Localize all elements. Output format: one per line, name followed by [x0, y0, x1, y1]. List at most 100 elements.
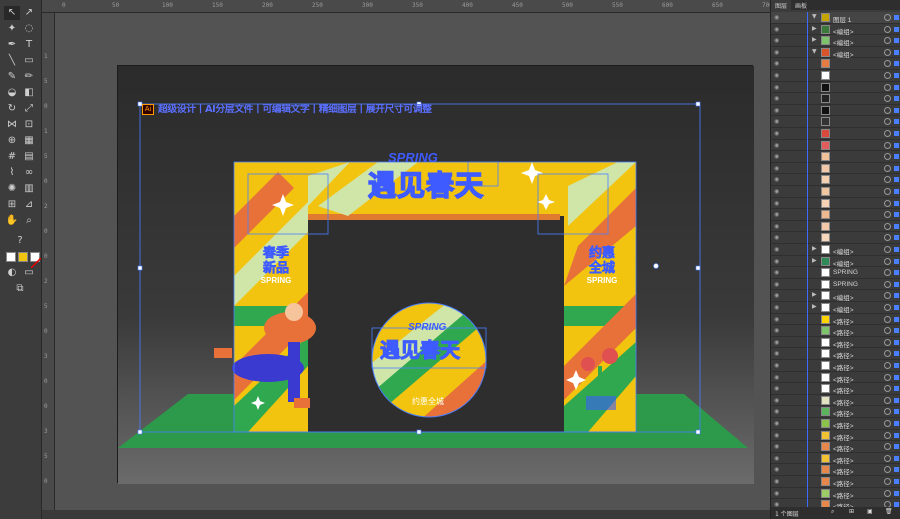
perspective-grid-tool-icon[interactable]: ▦ [21, 134, 37, 148]
selection-indicator[interactable] [894, 96, 899, 102]
visibility-eye-icon[interactable]: ◉ [774, 84, 782, 91]
layer-row[interactable]: ◉<路径> [771, 499, 900, 507]
target-circle-icon[interactable] [884, 257, 891, 265]
visibility-eye-icon[interactable]: ◉ [774, 49, 782, 56]
layer-row[interactable]: ◉ [771, 93, 900, 105]
artboard-tool-icon[interactable]: ⊞ [4, 198, 20, 212]
layer-row[interactable]: ◉ SPRING [771, 267, 900, 279]
target-circle-icon[interactable] [884, 280, 891, 288]
paintbrush-tool-icon[interactable]: ✎ [4, 70, 20, 84]
selection-indicator[interactable] [894, 351, 899, 357]
selection-tool-icon[interactable]: ↖ [4, 6, 20, 20]
tab-artboards[interactable]: 画板 [791, 0, 811, 10]
stroke-swatch[interactable] [18, 252, 28, 262]
selection-indicator[interactable] [894, 363, 899, 368]
layer-row[interactable]: ◉ [771, 186, 900, 198]
new-sublayer-icon[interactable]: ⊞ [849, 508, 854, 515]
target-circle-icon[interactable] [884, 234, 891, 242]
selection-indicator[interactable] [894, 142, 899, 148]
symbol-sprayer-tool-icon[interactable]: ✺ [4, 182, 20, 196]
screen-mode-icon[interactable]: ▭ [21, 266, 37, 280]
type-tool-icon[interactable]: T [21, 38, 37, 52]
selection-indicator[interactable] [894, 258, 899, 264]
layer-row[interactable]: ◉ [771, 70, 900, 82]
selection-indicator[interactable] [894, 26, 899, 32]
layer-row[interactable]: ◉ [771, 116, 900, 128]
tab-layers[interactable]: 图层 [771, 0, 792, 10]
selection-indicator[interactable] [894, 270, 899, 276]
layer-row[interactable]: ◉ [771, 151, 900, 163]
layer-row[interactable]: ◉ [771, 82, 900, 94]
visibility-eye-icon[interactable]: ◉ [774, 455, 782, 462]
layer-row[interactable]: ◉ [771, 128, 900, 140]
target-circle-icon[interactable] [884, 25, 891, 33]
selection-indicator[interactable] [894, 432, 899, 438]
visibility-eye-icon[interactable]: ◉ [774, 95, 782, 102]
target-circle-icon[interactable] [884, 72, 891, 79]
selection-indicator[interactable] [894, 154, 899, 160]
visibility-eye-icon[interactable]: ◉ [774, 490, 782, 497]
shape-builder-tool-icon[interactable]: ⊕ [4, 134, 20, 148]
target-circle-icon[interactable] [884, 478, 891, 485]
visibility-eye-icon[interactable]: ◉ [774, 339, 782, 346]
selection-indicator[interactable] [894, 38, 899, 44]
target-circle-icon[interactable] [884, 176, 891, 184]
selection-indicator[interactable] [894, 479, 899, 484]
selection-indicator[interactable] [894, 165, 899, 171]
layer-row[interactable]: ◉ ▶ <编组> [771, 302, 900, 314]
target-circle-icon[interactable] [884, 408, 891, 416]
layer-row[interactable]: ◉ ▶ <编组> [771, 256, 900, 268]
selection-indicator[interactable] [894, 235, 899, 241]
target-circle-icon[interactable] [884, 246, 891, 253]
layer-row[interactable]: ◉<路径> [771, 325, 900, 337]
layer-row[interactable]: ◉<路径> [771, 430, 900, 442]
lasso-tool-icon[interactable]: ◌ [21, 22, 37, 36]
free-transform-tool-icon[interactable]: ⊡ [21, 118, 37, 132]
layer-row[interactable]: ◉<路径> [771, 360, 900, 372]
selection-indicator[interactable] [894, 131, 899, 136]
visibility-eye-icon[interactable]: ◉ [774, 153, 782, 160]
visibility-eye-icon[interactable]: ◉ [774, 258, 782, 265]
visibility-eye-icon[interactable]: ◉ [774, 142, 782, 149]
visibility-eye-icon[interactable]: ◉ [774, 176, 782, 183]
visibility-eye-icon[interactable]: ◉ [774, 281, 782, 288]
target-circle-icon[interactable] [884, 60, 891, 68]
visibility-eye-icon[interactable]: ◉ [774, 234, 782, 241]
selection-indicator[interactable] [894, 421, 899, 426]
selection-indicator[interactable] [894, 305, 899, 310]
target-circle-icon[interactable] [884, 292, 891, 300]
target-circle-icon[interactable] [884, 350, 891, 358]
layer-row[interactable]: ◉ ▶ <编组> [771, 35, 900, 47]
rectangle-tool-icon[interactable]: ▭ [21, 54, 37, 68]
layer-row[interactable]: ◉ [771, 198, 900, 210]
horizontal-ruler[interactable]: 0 50 100 150 200 250 300 350 400 450 500 550 600 650 7… [42, 0, 773, 13]
none-swatch[interactable] [30, 252, 42, 269]
pencil-tool-icon[interactable]: ✏ [21, 70, 37, 84]
selection-indicator[interactable] [894, 328, 899, 334]
layer-row[interactable]: ◉ ▶ <编组> [771, 244, 900, 256]
target-circle-icon[interactable] [884, 222, 891, 230]
target-circle-icon[interactable] [884, 188, 891, 195]
visibility-eye-icon[interactable]: ◉ [774, 443, 782, 450]
selection-indicator[interactable] [894, 223, 899, 229]
visibility-eye-icon[interactable]: ◉ [774, 165, 782, 172]
target-circle-icon[interactable] [884, 106, 891, 114]
layer-row[interactable]: ◉<路径> [771, 453, 900, 465]
selection-indicator[interactable] [894, 189, 899, 194]
magic-wand-tool-icon[interactable]: ✦ [4, 22, 20, 36]
layer-row[interactable]: ◉ [771, 58, 900, 70]
target-circle-icon[interactable] [884, 327, 891, 335]
selection-indicator[interactable] [894, 247, 899, 252]
selection-indicator[interactable] [894, 386, 899, 392]
selection-indicator[interactable] [894, 119, 899, 125]
target-circle-icon[interactable] [884, 454, 891, 462]
target-circle-icon[interactable] [884, 304, 891, 311]
document-canvas[interactable]: Ai 超级设计丨AI分层文件丨可编辑文字丨精细图层丨展开尺寸可调整 SPRING… [55, 13, 770, 519]
target-circle-icon[interactable] [884, 373, 891, 381]
visibility-eye-icon[interactable]: ◉ [774, 432, 782, 439]
eraser-tool-icon[interactable]: ◧ [21, 86, 37, 100]
selection-indicator[interactable] [894, 49, 899, 55]
expand-toggle-icon[interactable]: ▼ [812, 13, 817, 20]
target-circle-icon[interactable] [884, 95, 891, 103]
visibility-eye-icon[interactable]: ◉ [774, 130, 782, 137]
